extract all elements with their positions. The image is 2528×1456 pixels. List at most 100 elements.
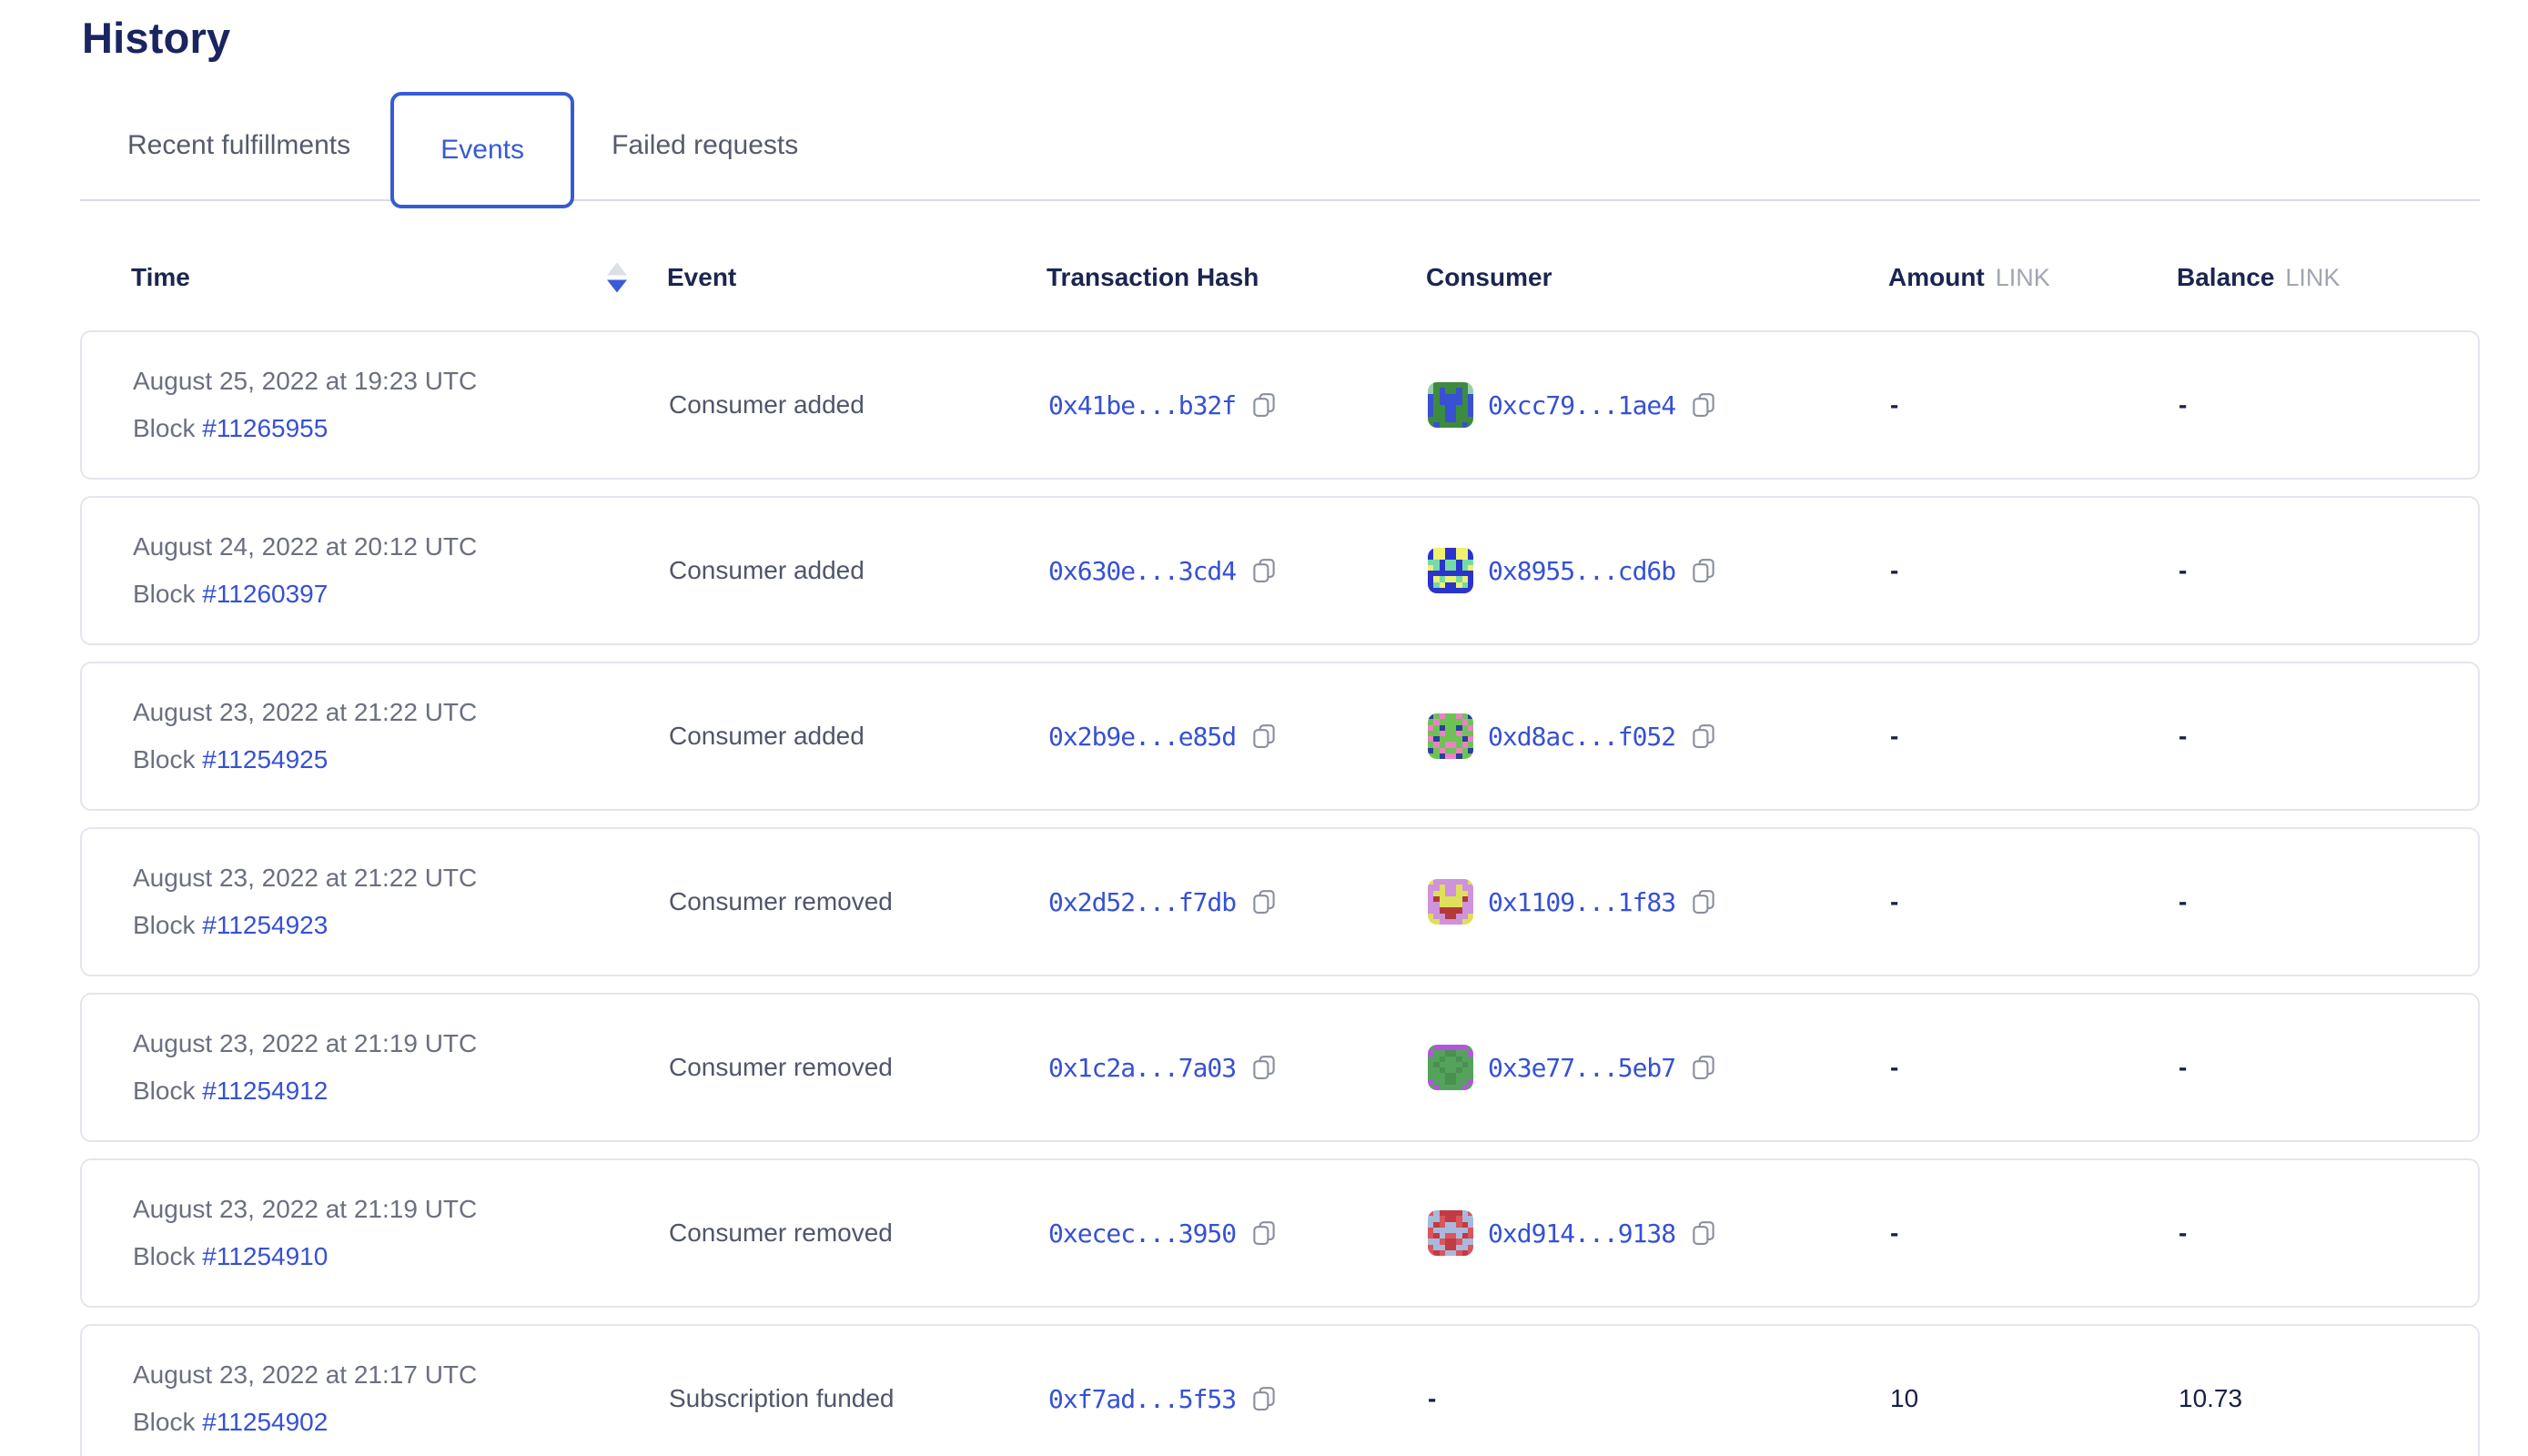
block-line: Block #11254910 xyxy=(133,1233,669,1280)
transaction-hash-cell: 0x2b9e...e85d xyxy=(1048,722,1428,752)
consumer-identicon xyxy=(1428,713,1473,759)
block-number-link[interactable]: #11254925 xyxy=(202,745,328,774)
consumer-address-link[interactable]: 0xd8ac...f052 xyxy=(1488,722,1675,752)
block-line: Block #11254925 xyxy=(133,736,669,784)
balance-cell: - xyxy=(2179,722,2478,751)
table-row: August 23, 2022 at 21:22 UTC Block #1125… xyxy=(80,827,2480,976)
copy-transaction-hash-button[interactable] xyxy=(1250,1385,1278,1412)
consumer-cell: 0x3e77...5eb7 xyxy=(1428,1045,1890,1090)
transaction-hash-cell: 0xecec...3950 xyxy=(1048,1218,1428,1249)
consumer-address-link[interactable]: 0x3e77...5eb7 xyxy=(1488,1053,1675,1083)
copy-consumer-address-button[interactable] xyxy=(1690,1219,1717,1247)
block-number-link[interactable]: #11254912 xyxy=(202,1077,328,1105)
consumer-cell: - xyxy=(1428,1384,1890,1413)
block-number-link[interactable]: #11260397 xyxy=(202,580,328,608)
copy-consumer-address-button[interactable] xyxy=(1690,1054,1717,1081)
transaction-hash-link[interactable]: 0xf7ad...5f53 xyxy=(1048,1384,1236,1414)
copy-icon xyxy=(1690,557,1717,584)
transaction-hash-link[interactable]: 0x2d52...f7db xyxy=(1048,887,1236,917)
copy-icon xyxy=(1250,391,1278,419)
page-title: History xyxy=(82,13,2528,63)
amount-cell: 10 xyxy=(1890,1384,2179,1413)
copy-transaction-hash-button[interactable] xyxy=(1250,888,1278,915)
column-header-consumer: Consumer xyxy=(1426,263,1888,292)
balance-cell: 10.73 xyxy=(2179,1384,2478,1413)
consumer-cell: 0x8955...cd6b xyxy=(1428,548,1890,593)
balance-label: Balance xyxy=(2177,263,2274,291)
copy-icon xyxy=(1690,391,1717,419)
consumer-cell: 0xd914...9138 xyxy=(1428,1210,1890,1256)
copy-transaction-hash-button[interactable] xyxy=(1250,557,1278,584)
event-type-cell: Consumer removed xyxy=(669,1218,1048,1248)
block-number-link[interactable]: #11254923 xyxy=(202,911,328,939)
consumer-address-link[interactable]: 0xcc79...1ae4 xyxy=(1488,390,1675,420)
copy-icon xyxy=(1250,723,1278,750)
balance-cell: - xyxy=(2179,556,2478,585)
event-type-cell: Consumer removed xyxy=(669,887,1048,916)
balance-cell: - xyxy=(2179,390,2478,420)
transaction-hash-link[interactable]: 0x2b9e...e85d xyxy=(1048,722,1236,752)
tab-events-active-box[interactable]: Events xyxy=(390,92,574,208)
column-header-time: Time xyxy=(131,248,667,307)
sort-ascending-icon xyxy=(607,263,627,276)
amount-cell: - xyxy=(1890,1053,2179,1082)
block-label: Block xyxy=(133,1408,202,1436)
copy-transaction-hash-button[interactable] xyxy=(1250,1219,1278,1247)
copy-consumer-address-button[interactable] xyxy=(1690,391,1717,419)
tab-failed-requests[interactable]: Failed requests xyxy=(612,130,798,161)
consumer-cell: 0xcc79...1ae4 xyxy=(1428,382,1890,428)
copy-transaction-hash-button[interactable] xyxy=(1250,1054,1278,1081)
event-type-cell: Subscription funded xyxy=(669,1384,1048,1413)
transaction-hash-link[interactable]: 0x630e...3cd4 xyxy=(1048,556,1236,586)
block-number-link[interactable]: #11254910 xyxy=(202,1242,328,1270)
tab-recent-fulfillments[interactable]: Recent fulfillments xyxy=(127,130,350,161)
history-page: History Recent fulfillments Events Faile… xyxy=(0,13,2528,1456)
column-header-amount: AmountLINK xyxy=(1888,263,2177,292)
transaction-hash-link[interactable]: 0x1c2a...7a03 xyxy=(1048,1053,1236,1083)
copy-transaction-hash-button[interactable] xyxy=(1250,391,1278,419)
block-number-link[interactable]: #11265955 xyxy=(202,414,328,442)
time-cell: August 23, 2022 at 21:19 UTC Block #1125… xyxy=(133,1186,669,1280)
amount-cell: - xyxy=(1890,1218,2179,1248)
sort-icon[interactable] xyxy=(607,263,627,293)
time-cell: August 24, 2022 at 20:12 UTC Block #1126… xyxy=(133,523,669,618)
consumer-address-link[interactable]: 0x1109...1f83 xyxy=(1488,887,1675,917)
event-type-cell: Consumer added xyxy=(669,556,1048,585)
copy-icon xyxy=(1690,723,1717,750)
copy-consumer-address-button[interactable] xyxy=(1690,557,1717,584)
time-cell: August 23, 2022 at 21:19 UTC Block #1125… xyxy=(133,1020,669,1115)
amount-cell: - xyxy=(1890,556,2179,585)
consumer-address-link[interactable]: 0x8955...cd6b xyxy=(1488,556,1675,586)
consumer-address-link[interactable]: 0xd914...9138 xyxy=(1488,1218,1675,1249)
consumer-address-link: - xyxy=(1428,1384,1436,1413)
block-number-link[interactable]: #11254902 xyxy=(202,1408,328,1436)
tab-events[interactable]: Events xyxy=(440,135,524,166)
event-timestamp: August 23, 2022 at 21:17 UTC xyxy=(133,1351,669,1399)
transaction-hash-cell: 0x2d52...f7db xyxy=(1048,887,1428,917)
balance-cell: - xyxy=(2179,1218,2478,1248)
copy-icon xyxy=(1250,1385,1278,1412)
tab-bar: Recent fulfillments Events Failed reques… xyxy=(80,92,2480,201)
event-timestamp: August 25, 2022 at 19:23 UTC xyxy=(133,358,669,405)
consumer-identicon xyxy=(1428,382,1473,428)
copy-icon xyxy=(1690,1219,1717,1247)
time-cell: August 23, 2022 at 21:22 UTC Block #1125… xyxy=(133,854,669,949)
event-timestamp: August 24, 2022 at 20:12 UTC xyxy=(133,523,669,571)
time-cell: August 23, 2022 at 21:22 UTC Block #1125… xyxy=(133,689,669,784)
transaction-hash-link[interactable]: 0xecec...3950 xyxy=(1048,1218,1236,1249)
event-timestamp: August 23, 2022 at 21:22 UTC xyxy=(133,854,669,902)
block-label: Block xyxy=(133,414,202,442)
copy-icon xyxy=(1250,888,1278,915)
event-timestamp: August 23, 2022 at 21:19 UTC xyxy=(133,1020,669,1067)
block-label: Block xyxy=(133,580,202,608)
event-type-cell: Consumer removed xyxy=(669,1053,1048,1082)
copy-transaction-hash-button[interactable] xyxy=(1250,723,1278,750)
block-label: Block xyxy=(133,911,202,939)
transaction-hash-link[interactable]: 0x41be...b32f xyxy=(1048,390,1236,420)
copy-consumer-address-button[interactable] xyxy=(1690,723,1717,750)
copy-icon xyxy=(1690,1054,1717,1081)
block-line: Block #11265955 xyxy=(133,405,669,452)
block-label: Block xyxy=(133,745,202,774)
copy-consumer-address-button[interactable] xyxy=(1690,888,1717,915)
table-row: August 25, 2022 at 19:23 UTC Block #1126… xyxy=(80,330,2480,480)
